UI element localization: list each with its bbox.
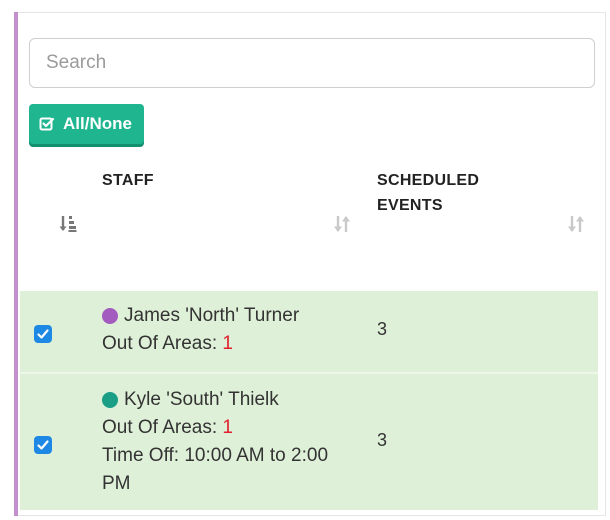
- checkbox-icon: [39, 116, 55, 132]
- column-header-line: SCHEDULED: [377, 172, 480, 189]
- staff-name-text: Kyle 'South' Thielk: [124, 389, 279, 410]
- time-off-line: Time Off: 10:00 AM to 2:00: [102, 445, 329, 466]
- out-of-areas: Out Of Areas: 1: [102, 330, 233, 358]
- all-none-label: All/None: [63, 114, 132, 133]
- sort-icon[interactable]: [566, 214, 586, 234]
- scheduled-events-count: 3: [377, 319, 388, 339]
- time-off: Time Off: 10:00 AM to 2:00 PM: [102, 442, 328, 498]
- out-of-areas-label: Out Of Areas:: [102, 333, 218, 354]
- out-of-areas-value: 1: [222, 417, 233, 438]
- staff-name-text: James 'North' Turner: [124, 305, 300, 326]
- all-none-button[interactable]: All/None: [29, 104, 144, 144]
- column-header-staff[interactable]: STAFF: [102, 168, 154, 193]
- out-of-areas: Out Of Areas: 1: [102, 414, 233, 442]
- sort-icon[interactable]: [332, 214, 352, 234]
- column-header-line: EVENTS: [377, 197, 443, 214]
- out-of-areas-label: Out Of Areas:: [102, 417, 218, 438]
- row-checkbox[interactable]: [34, 325, 52, 343]
- status-dot: [102, 392, 118, 408]
- status-dot: [102, 308, 118, 324]
- search-input[interactable]: [29, 38, 595, 88]
- staff-name: James 'North' Turner: [102, 302, 299, 330]
- sort-numeric-asc-icon[interactable]: [58, 214, 78, 234]
- time-off-line: PM: [102, 473, 131, 494]
- out-of-areas-value: 1: [222, 333, 233, 354]
- row-checkbox[interactable]: [34, 436, 52, 454]
- staff-name: Kyle 'South' Thielk: [102, 386, 279, 414]
- scheduled-events-count: 3: [377, 430, 388, 450]
- accent-bar: [14, 12, 18, 516]
- column-header-scheduled-events[interactable]: SCHEDULED EVENTS: [377, 168, 479, 218]
